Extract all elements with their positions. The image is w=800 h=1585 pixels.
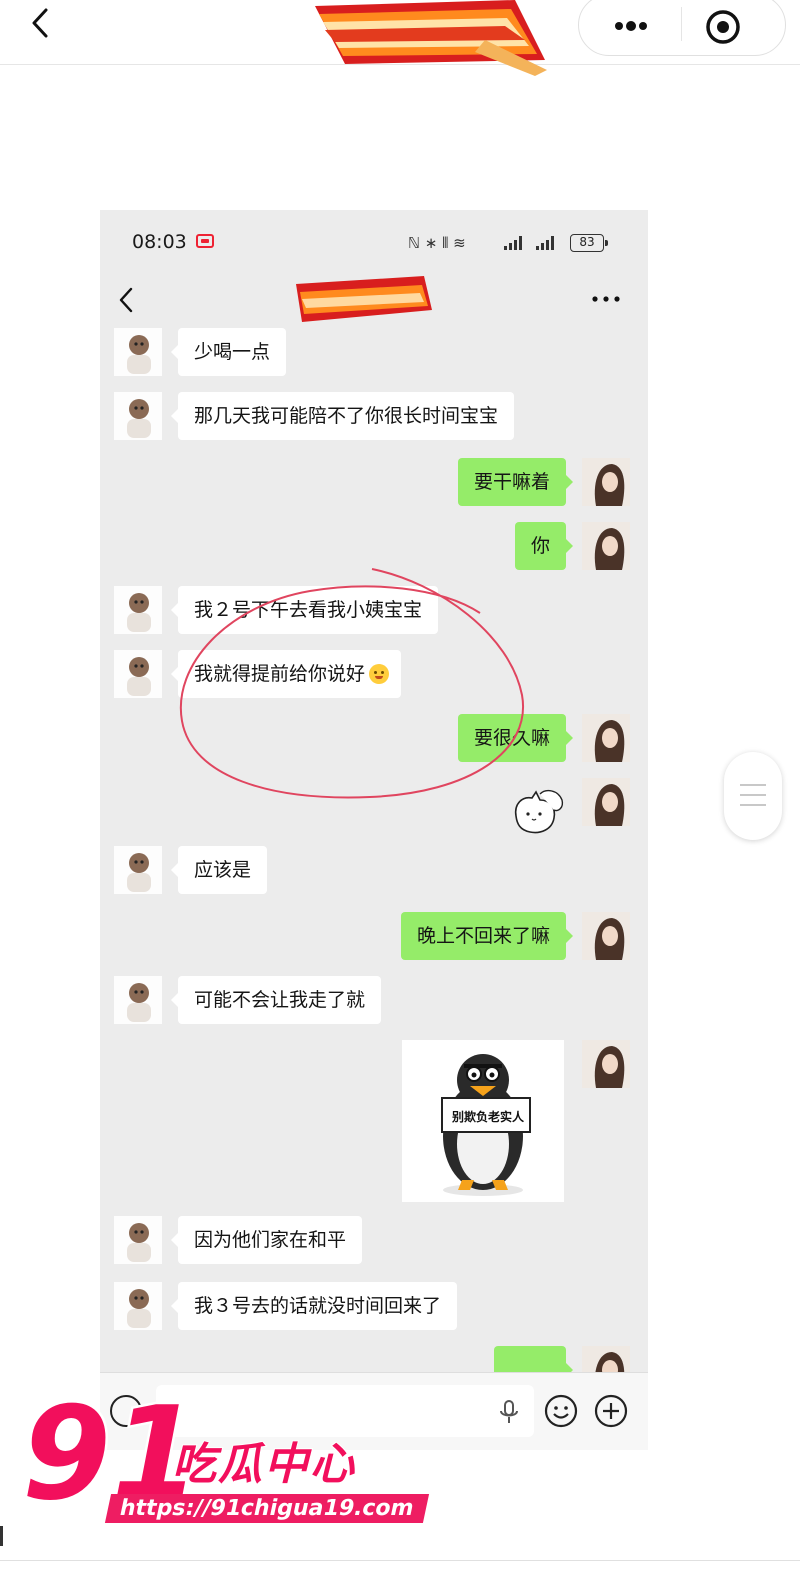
back-icon[interactable]	[26, 6, 56, 40]
battery-indicator: 83	[570, 234, 608, 252]
contact-avatar[interactable]	[114, 586, 162, 634]
status-time: 08:03	[132, 231, 187, 253]
mic-icon[interactable]	[498, 1399, 520, 1425]
self-avatar[interactable]	[582, 522, 630, 570]
back-icon[interactable]	[116, 286, 136, 314]
cat-sticker[interactable]	[510, 786, 568, 840]
message-bubble-received[interactable]: 因为他们家在和平	[170, 1216, 363, 1264]
capsule-divider	[681, 7, 682, 41]
self-avatar[interactable]	[582, 1040, 630, 1088]
bottom-divider	[0, 1560, 800, 1561]
more-icon[interactable]	[590, 292, 622, 306]
message-bubble-received[interactable]: 应该是	[170, 846, 268, 894]
status-bar: 08:03 ℕ ∗ ⫴ ≋ 83	[100, 210, 648, 270]
handle-line	[740, 804, 766, 806]
more-icon[interactable]	[601, 7, 661, 41]
message-bubble-received[interactable]: 少喝一点	[170, 328, 287, 376]
message-bubble-received[interactable]: 我２号下午去看我小姨宝宝	[170, 586, 439, 634]
edge-mark	[0, 1526, 3, 1546]
handle-line	[740, 784, 766, 786]
penguin-sticker[interactable]: 别欺负老实人	[402, 1040, 564, 1202]
self-avatar[interactable]	[582, 778, 630, 826]
svg-text:ℕ ∗ ⫴ ≋: ℕ ∗ ⫴ ≋	[408, 234, 466, 252]
record-icon[interactable]	[701, 3, 745, 47]
self-avatar[interactable]	[582, 912, 630, 960]
redaction-mark	[315, 0, 547, 76]
message-bubble-sent[interactable]: 你	[514, 522, 574, 570]
handle-line	[740, 794, 766, 796]
contact-avatar[interactable]	[114, 1282, 162, 1330]
contact-avatar[interactable]	[114, 328, 162, 376]
embarrassed-emoji-icon	[369, 664, 390, 684]
emoji-icon[interactable]	[544, 1394, 578, 1428]
contact-avatar[interactable]	[114, 1216, 162, 1264]
self-avatar[interactable]	[582, 714, 630, 762]
message-text: 我就得提前给你说好	[194, 663, 366, 685]
sticker-sign-text: 别欺负老实人	[451, 1110, 524, 1124]
plus-icon[interactable]	[594, 1394, 628, 1428]
message-bubble-sent[interactable]: 要干嘛着	[457, 458, 574, 506]
chat-screenshot: 08:03 ℕ ∗ ⫴ ≋ 83 少喝一点 那几天我可能陪不了你很长时间宝宝 要	[100, 210, 648, 1450]
floating-menu-handle[interactable]	[724, 752, 782, 840]
message-bubble-received[interactable]: 可能不会让我走了就	[170, 976, 382, 1024]
message-bubble-received[interactable]: 那几天我可能陪不了你很长时间宝宝	[170, 392, 515, 440]
capsule-menu	[578, 0, 786, 56]
message-bubble-received[interactable]: 我就得提前给你说好	[170, 650, 402, 698]
screen-record-icon	[196, 234, 214, 248]
watermark-brand: 吃瓜中心	[171, 1438, 356, 1491]
contact-avatar[interactable]	[114, 846, 162, 894]
contact-avatar[interactable]	[114, 392, 162, 440]
self-avatar[interactable]	[582, 458, 630, 506]
message-bubble-sent[interactable]: 晚上不回来了嘛	[400, 912, 574, 960]
message-bubble-received[interactable]: 我３号去的话就没时间回来了	[170, 1282, 458, 1330]
contact-avatar[interactable]	[114, 650, 162, 698]
redaction-mark	[296, 276, 432, 322]
message-bubble-sent[interactable]: 要很久嘛	[457, 714, 574, 762]
watermark-url: https://91chigua19.com	[104, 1494, 429, 1523]
contact-avatar[interactable]	[114, 976, 162, 1024]
